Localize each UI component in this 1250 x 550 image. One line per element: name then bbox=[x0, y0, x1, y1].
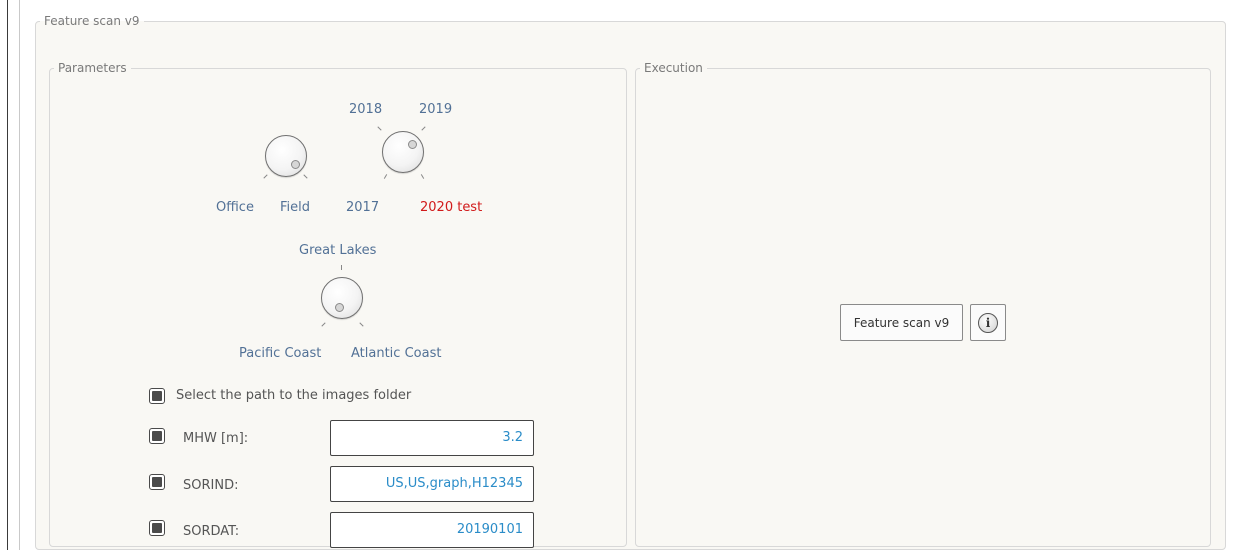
region-knob-pacific-coast-label: Pacific Coast bbox=[239, 346, 322, 361]
region-knob[interactable] bbox=[321, 277, 363, 319]
mode-knob[interactable] bbox=[265, 135, 307, 177]
window-edge-inner bbox=[19, 0, 20, 550]
region-knob-tick-left bbox=[321, 322, 326, 327]
year-knob-tick-top-left bbox=[377, 126, 382, 131]
year-knob-indicator bbox=[408, 140, 417, 149]
info-button[interactable]: i bbox=[970, 304, 1006, 341]
feature-scan-group-title: Feature scan v9 bbox=[44, 14, 140, 28]
mhw-field[interactable]: 3.2 bbox=[330, 420, 534, 456]
execution-group: Execution Feature scan v9 i bbox=[635, 61, 1211, 547]
region-knob-atlantic-coast-label: Atlantic Coast bbox=[351, 346, 442, 361]
year-knob-2020-test-label: 2020 test bbox=[420, 200, 483, 215]
sordat-checkbox-mark bbox=[152, 523, 162, 533]
sordat-field[interactable]: 20190101 bbox=[330, 512, 534, 548]
sordat-checkbox[interactable] bbox=[149, 520, 165, 536]
sorind-checkbox[interactable] bbox=[149, 474, 165, 490]
images-folder-checkbox-mark bbox=[152, 391, 162, 401]
sorind-checkbox-mark bbox=[152, 477, 162, 487]
year-knob-tick-bottom-right bbox=[420, 174, 425, 179]
mhw-checkbox-mark bbox=[152, 431, 162, 441]
sorind-field[interactable]: US,US,graph,H12345 bbox=[330, 466, 534, 502]
mhw-checkbox[interactable] bbox=[149, 428, 165, 444]
mode-knob-tick-right bbox=[303, 174, 308, 179]
region-knob-tick-top bbox=[341, 265, 342, 270]
region-knob-indicator bbox=[335, 303, 344, 312]
sorind-label: SORIND: bbox=[183, 478, 239, 493]
region-knob-tick-right bbox=[359, 322, 364, 327]
mhw-label: MHW [m]: bbox=[183, 431, 249, 446]
year-knob-2018-label: 2018 bbox=[349, 102, 383, 117]
sordat-label: SORDAT: bbox=[183, 524, 240, 539]
year-knob-tick-bottom-left bbox=[383, 174, 388, 179]
feature-scan-run-button[interactable]: Feature scan v9 bbox=[840, 304, 963, 341]
region-knob-great-lakes-label: Great Lakes bbox=[299, 243, 377, 258]
mode-knob-indicator bbox=[291, 160, 300, 169]
year-knob-2017-label: 2017 bbox=[346, 200, 380, 215]
mode-knob-office-label: Office bbox=[216, 200, 254, 215]
year-knob-tick-top-right bbox=[421, 126, 426, 131]
execution-group-title: Execution bbox=[644, 61, 703, 75]
images-folder-label[interactable]: Select the path to the images folder bbox=[176, 388, 411, 403]
parameters-group: Parameters Office Field 2018 2019 2017 2… bbox=[49, 61, 627, 548]
mode-knob-field-label: Field bbox=[280, 200, 311, 215]
year-knob[interactable] bbox=[382, 131, 424, 173]
images-folder-checkbox[interactable] bbox=[149, 388, 165, 404]
year-knob-2019-label: 2019 bbox=[419, 102, 453, 117]
parameters-group-title: Parameters bbox=[58, 61, 127, 75]
window-edge bbox=[7, 0, 8, 550]
mode-knob-tick-left bbox=[263, 174, 268, 179]
info-icon: i bbox=[978, 312, 998, 333]
feature-scan-group: Feature scan v9 Parameters Office Field … bbox=[35, 14, 1226, 550]
